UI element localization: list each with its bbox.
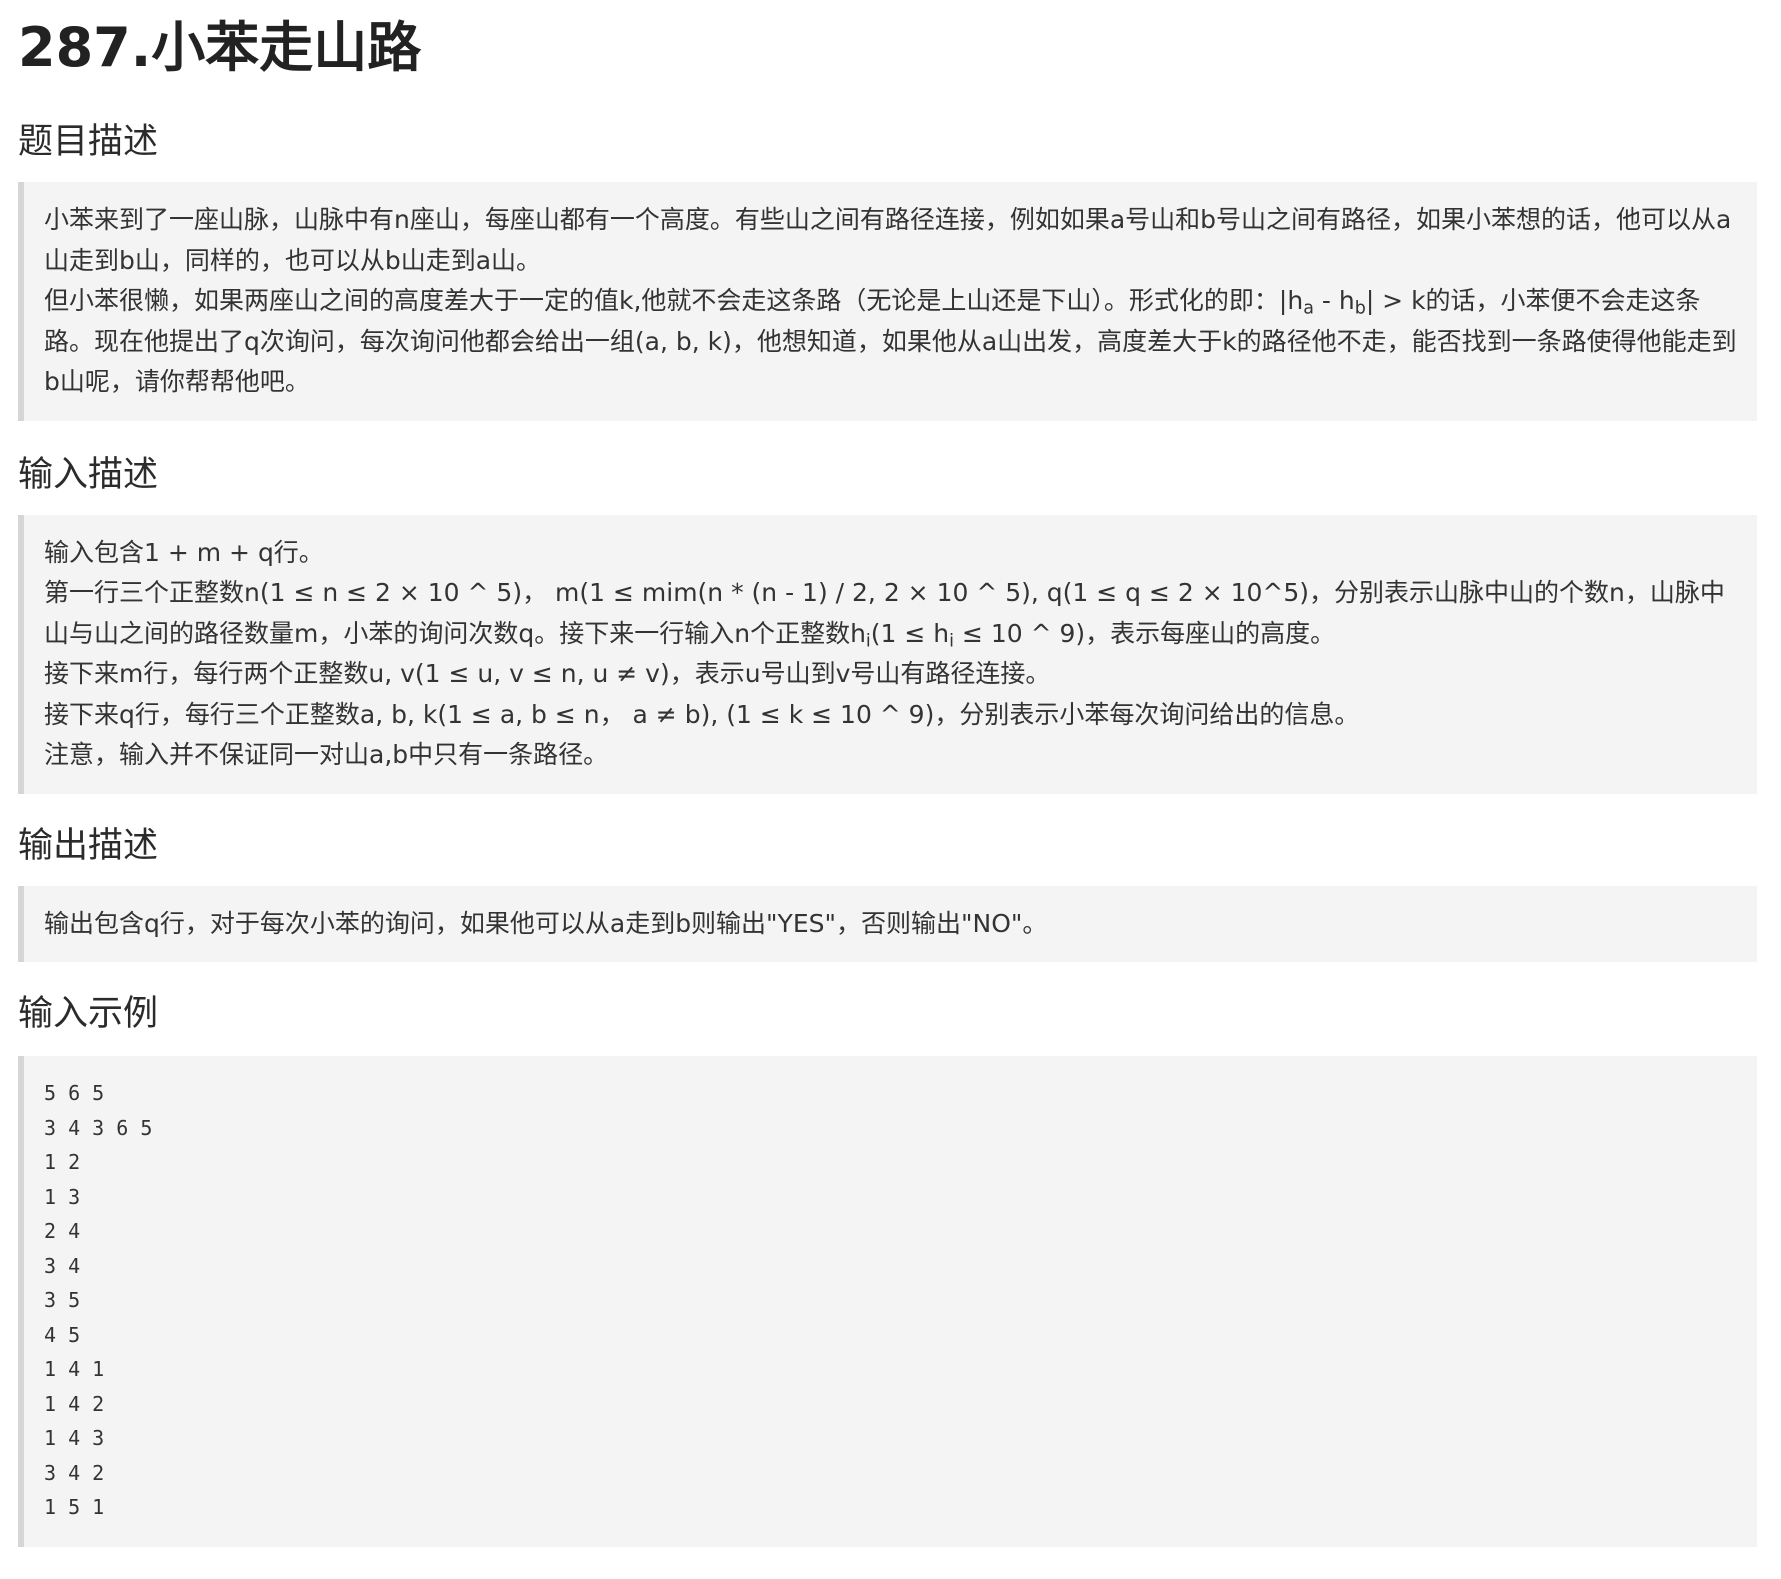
description-paragraph-2: 但小苯很懒，如果两座山之间的高度差大于一定的值k,他就不会走这条路（无论是上山还… bbox=[44, 281, 1737, 403]
code-line: 1 4 2 bbox=[44, 1391, 105, 1416]
example-code-block: 5 6 5 3 4 3 6 5 1 2 1 3 2 4 3 4 3 5 4 5 … bbox=[18, 1056, 1757, 1547]
output-heading: 输出描述 bbox=[18, 825, 159, 866]
description-heading: 题目描述 bbox=[18, 122, 159, 162]
description-text: 但小苯很懒，如果两座山之间的高度差大于一定的值k,他就不会走这条路（无论是上山还… bbox=[44, 286, 1304, 315]
page-title: 287.小苯走山路 bbox=[18, 16, 422, 79]
code-line: 1 4 1 bbox=[44, 1357, 105, 1381]
output-block: 输出包含q行，对于每次小苯的询问，如果他可以从a走到b则输出"YES"，否则输出… bbox=[18, 885, 1757, 962]
code-line: 3 4 3 6 5 bbox=[44, 1115, 153, 1140]
subscript-b: b bbox=[1354, 298, 1366, 319]
input-text: ≤ 10 ^ 9)，表示每座山的高度。 bbox=[954, 618, 1336, 648]
description-block: 小苯来到了一座山脉，山脉中有n座山，每座山都有一个高度。有些山之间有路径连接，例… bbox=[18, 182, 1757, 421]
description-text: - h bbox=[1313, 286, 1355, 315]
input-line: 输入包含1 + m + q行。 bbox=[44, 537, 324, 567]
code-line: 1 4 3 bbox=[44, 1426, 105, 1450]
code-line: 3 4 bbox=[44, 1253, 81, 1278]
input-block: 输入包含1 + m + q行。 第一行三个正整数n(1 ≤ n ≤ 2 × 10… bbox=[18, 514, 1757, 794]
input-line: 第一行三个正整数n(1 ≤ n ≤ 2 × 10 ^ 5)， m(1 ≤ mim… bbox=[44, 573, 1737, 654]
code-line: 3 4 2 bbox=[44, 1460, 105, 1485]
input-line: 接下来q行，每行三个正整数a, b, k(1 ≤ a, b ≤ n， a ≠ b… bbox=[44, 699, 1360, 729]
code-line: 1 5 1 bbox=[44, 1495, 105, 1519]
code-line: 1 2 bbox=[44, 1150, 81, 1174]
subscript-a: a bbox=[1303, 298, 1314, 319]
code-line: 5 6 5 bbox=[44, 1081, 105, 1105]
problem-page: 287.小苯走山路 题目描述 小苯来到了一座山脉，山脉中有n座山，每座山都有一个… bbox=[0, 16, 1781, 1547]
code-line: 4 5 bbox=[44, 1322, 81, 1347]
input-text: (1 ≤ h bbox=[870, 618, 950, 648]
output-text: 输出包含q行，对于每次小苯的询问，如果他可以从a走到b则输出"YES"，否则输出… bbox=[44, 908, 1048, 938]
input-line: 接下来m行，每行两个正整数u, v(1 ≤ u, v ≤ n, u ≠ v)，表… bbox=[44, 659, 1051, 688]
code-line: 3 5 bbox=[44, 1288, 81, 1312]
code-line: 1 3 bbox=[44, 1184, 81, 1209]
example-heading: 输入示例 bbox=[18, 994, 159, 1034]
input-line: 注意，输入并不保证同一对山a,b中只有一条路径。 bbox=[44, 740, 609, 769]
code-line: 2 4 bbox=[44, 1219, 81, 1243]
input-heading: 输入描述 bbox=[18, 454, 159, 495]
description-paragraph-1: 小苯来到了一座山脉，山脉中有n座山，每座山都有一个高度。有些山之间有路径连接，例… bbox=[44, 205, 1732, 275]
